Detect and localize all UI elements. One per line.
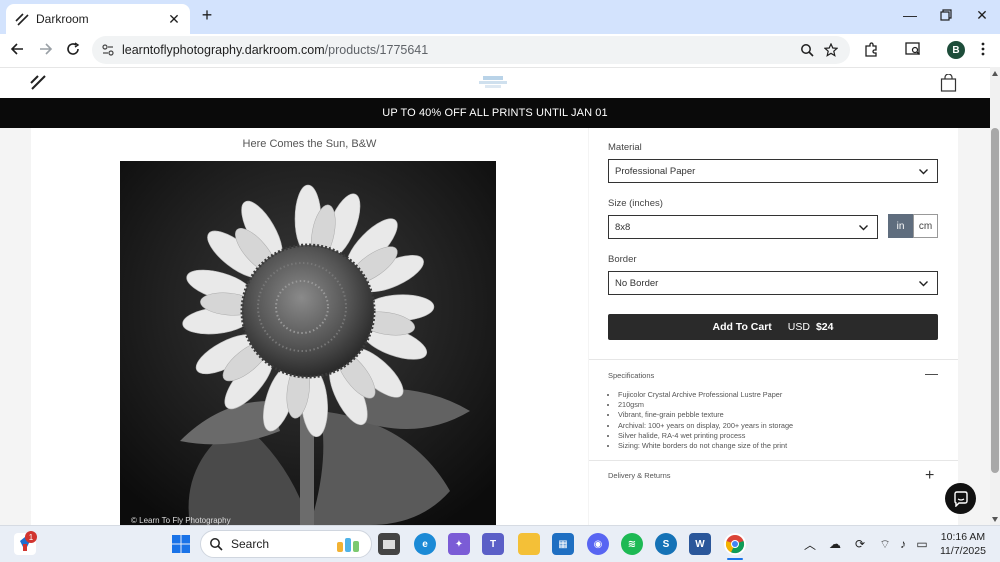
shopping-bag-icon[interactable] — [940, 74, 957, 92]
specifications-title[interactable]: Specifications — [608, 371, 654, 380]
divider — [589, 359, 958, 360]
chevron-down-icon — [919, 281, 928, 287]
product-title: Here Comes the Sun, B&W — [242, 138, 377, 150]
chat-icon — [953, 490, 968, 507]
search-highlight-icon — [337, 538, 359, 552]
spec-item: Sizing: White borders do not change size… — [618, 441, 793, 451]
border-value: No Border — [615, 277, 659, 289]
scrollbar-thumb[interactable] — [991, 128, 999, 473]
store-logo-icon[interactable] — [477, 74, 509, 90]
url-text: learntoflyphotography.darkroom.com/produ… — [122, 43, 429, 57]
promo-banner: UP TO 40% OFF ALL PRINTS UNTIL JAN 01 — [0, 98, 990, 128]
taskbar-search[interactable]: Search — [200, 530, 372, 558]
tab-search-icon[interactable] — [904, 40, 922, 58]
edge-icon[interactable]: e — [414, 533, 436, 555]
darkroom-favicon-icon — [15, 13, 29, 26]
product-photo[interactable] — [120, 161, 496, 525]
chevron-up-icon[interactable]: ︿ — [802, 536, 818, 552]
minimize-icon[interactable]: — — [892, 0, 928, 30]
bookmark-star-icon[interactable] — [824, 43, 838, 57]
profile-avatar[interactable]: B — [947, 41, 965, 59]
spec-item: Fujicolor Crystal Archive Professional L… — [618, 390, 793, 400]
chrome-menu-icon[interactable] — [974, 40, 992, 58]
close-window-icon[interactable]: ✕ — [964, 0, 1000, 30]
tab-title: Darkroom — [36, 12, 89, 26]
add-to-cart-button[interactable]: Add To Cart USD $24 — [608, 314, 938, 340]
battery-icon[interactable]: ▭ — [914, 536, 930, 552]
browser-tab[interactable]: Darkroom ✕ — [6, 4, 190, 34]
task-view-icon[interactable] — [378, 533, 400, 555]
scroll-down-icon[interactable] — [991, 515, 999, 523]
site-settings-icon[interactable] — [102, 44, 114, 56]
zoom-icon[interactable] — [800, 43, 814, 57]
steam-icon[interactable]: S — [655, 533, 677, 555]
new-tab-icon[interactable]: + — [198, 6, 216, 24]
volume-icon[interactable]: ♪ — [895, 536, 911, 552]
delivery-returns-title[interactable]: Delivery & Returns — [608, 471, 671, 480]
size-select[interactable]: 8x8 — [608, 215, 878, 239]
store-icon[interactable]: ▦ — [552, 533, 574, 555]
file-explorer-icon[interactable] — [518, 533, 540, 555]
back-icon[interactable] — [7, 39, 27, 59]
size-value: 8x8 — [615, 221, 631, 233]
spec-item: Vibrant, fine-grain pebble texture — [618, 410, 793, 420]
active-app-indicator — [727, 558, 743, 560]
taskbar-clock[interactable]: 10:16 AM 11/7/2025 — [940, 530, 986, 558]
material-select[interactable]: Professional Paper — [608, 159, 938, 183]
clock-date: 11/7/2025 — [940, 545, 986, 557]
spec-item: Archival: 100+ years on display, 200+ ye… — [618, 421, 793, 431]
word-icon[interactable]: W — [689, 533, 711, 555]
material-value: Professional Paper — [615, 165, 696, 177]
border-label: Border — [608, 254, 637, 265]
scroll-up-icon[interactable] — [991, 70, 999, 78]
specifications-list: Fujicolor Crystal Archive Professional L… — [618, 390, 793, 451]
collapse-icon[interactable]: — — [925, 366, 938, 381]
size-label: Size (inches) — [608, 198, 663, 209]
teams-icon[interactable]: T — [482, 533, 504, 555]
border-select[interactable]: No Border — [608, 271, 938, 295]
start-icon[interactable] — [170, 533, 192, 555]
restore-icon[interactable] — [928, 0, 964, 30]
price: USD $24 — [787, 321, 834, 333]
spec-item: 210gsm — [618, 400, 793, 410]
tab-close-icon[interactable]: ✕ — [166, 11, 182, 28]
photo-credit: © Learn To Fly Photography — [131, 516, 231, 525]
reload-icon[interactable] — [63, 39, 83, 59]
chevron-down-icon — [859, 225, 868, 231]
unit-in-button[interactable]: in — [888, 214, 913, 238]
darkroom-logo-icon[interactable] — [29, 74, 47, 90]
unit-cm-button[interactable]: cm — [913, 214, 938, 238]
spotify-icon[interactable]: ≋ — [621, 533, 643, 555]
material-label: Material — [608, 142, 642, 153]
onedrive-icon[interactable]: ☁ — [827, 536, 843, 552]
chat-button[interactable] — [945, 483, 976, 514]
search-label: Search — [231, 537, 270, 551]
spec-item: Silver halide, RA-4 wet printing process — [618, 431, 793, 441]
copilot-icon[interactable]: ✦ — [448, 533, 470, 555]
extensions-icon[interactable] — [862, 40, 880, 58]
address-bar[interactable]: learntoflyphotography.darkroom.com/produ… — [92, 36, 850, 64]
search-icon — [210, 538, 223, 551]
divider — [589, 460, 958, 461]
sunflower-image — [120, 161, 496, 525]
wifi-icon[interactable]: ⌔ — [877, 536, 893, 552]
notification-badge: 1 — [25, 531, 37, 543]
chrome-icon[interactable] — [724, 533, 746, 555]
clock-time: 10:16 AM — [940, 531, 986, 543]
chevron-down-icon — [919, 169, 928, 175]
sync-icon[interactable]: ⟳ — [852, 536, 868, 552]
add-to-cart-label: Add To Cart — [712, 321, 772, 333]
expand-icon[interactable]: + — [925, 467, 934, 485]
forward-icon[interactable] — [36, 39, 56, 59]
discord-icon[interactable]: ◉ — [587, 533, 609, 555]
